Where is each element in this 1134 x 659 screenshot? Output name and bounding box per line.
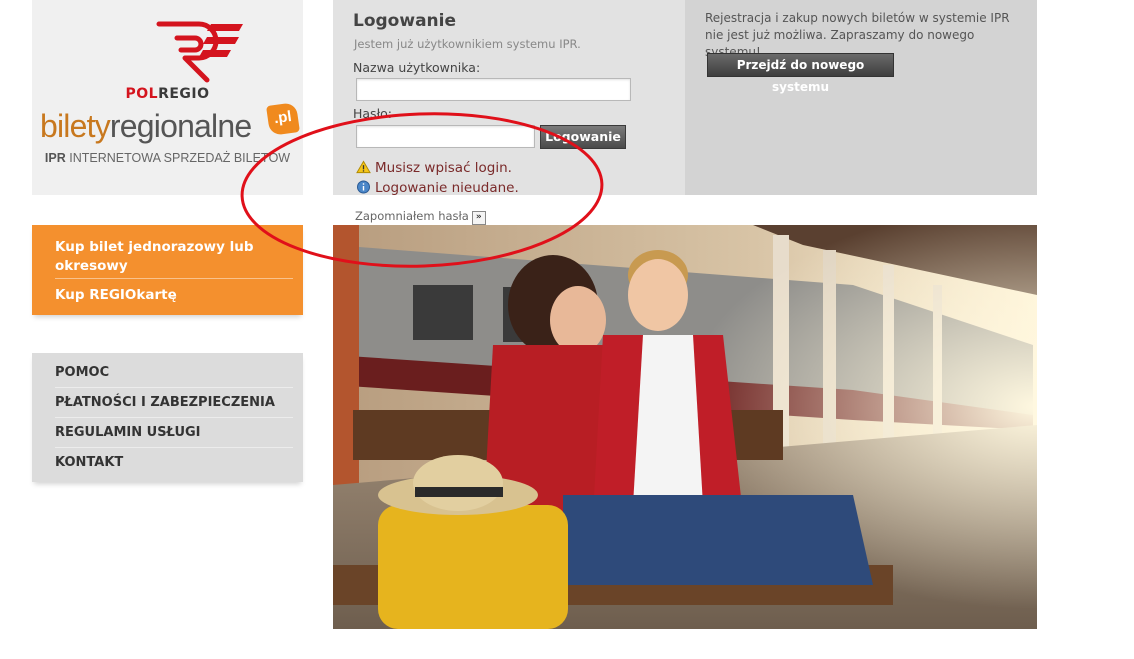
login-title: Logowanie (353, 11, 456, 31)
login-panel: Logowanie Jestem już użytkownikiem syste… (333, 0, 685, 196)
warning-text: Musisz wpisać login. (375, 160, 512, 176)
hero-photo (333, 225, 1037, 629)
buy-ticket-link[interactable]: Kup bilet jednorazowy lub okresowy (55, 225, 293, 279)
arrow-right-icon[interactable]: » (471, 211, 486, 225)
pl-badge: .pl (266, 102, 300, 136)
forgot-password-link[interactable]: Zapomniałem hasła» (355, 209, 486, 225)
menu-item-contact[interactable]: KONTAKT (55, 448, 293, 477)
polregio-wordmark: POLREGIO (32, 86, 303, 102)
new-system-panel: Rejestracja i zakup nowych biletów w sys… (685, 0, 1037, 195)
info-text: Logowanie nieudane. (375, 180, 519, 196)
tagline: IPR INTERNETOWA SPRZEDAŻ BILETÓW (32, 151, 303, 165)
info-message: Logowanie nieudane. (356, 180, 519, 196)
password-input[interactable] (356, 125, 535, 148)
brand-regio: REGIO (158, 86, 210, 102)
password-label: Hasło: (353, 106, 392, 121)
menu-item-payments[interactable]: PŁATNOŚCI I ZABEZPIECZENIA (55, 388, 293, 418)
site-name-part1: bilety (40, 108, 111, 144)
tagline-text: INTERNETOWA SPRZEDAŻ BILETÓW (69, 151, 291, 165)
hero-photo-illustration (333, 225, 1037, 629)
site-wordmark: biletyregionalne (40, 106, 252, 146)
logo-panel[interactable]: POLREGIO biletyregionalne .pl IPR INTERN… (32, 0, 303, 195)
brand-pol: POL (125, 86, 159, 102)
login-button[interactable]: Logowanie (540, 125, 626, 149)
warning-message: Musisz wpisać login. (356, 160, 512, 176)
username-input[interactable] (356, 78, 631, 101)
site-name-part2: regionalne (109, 108, 252, 144)
go-to-new-system-button[interactable]: Przejdź do nowego systemu (707, 53, 894, 94)
tagline-ipr: IPR (44, 151, 66, 165)
menu-item-terms[interactable]: REGULAMIN USŁUGI (55, 418, 293, 448)
username-label: Nazwa użytkownika: (353, 60, 481, 75)
login-subtitle: Jestem już użytkownikiem systemu IPR. (354, 37, 581, 51)
polregio-logo-icon (156, 21, 243, 83)
info-menu: POMOC PŁATNOŚCI I ZABEZPIECZENIA REGULAM… (32, 353, 303, 482)
info-icon (357, 180, 370, 194)
ticket-menu: Kup bilet jednorazowy lub okresowy Kup R… (32, 225, 303, 315)
menu-item-help[interactable]: POMOC (55, 358, 293, 388)
buy-regiokarta-link[interactable]: Kup REGIOkartę (55, 279, 293, 305)
warning-icon (356, 160, 371, 174)
forgot-password-label: Zapomniałem hasła (355, 209, 469, 223)
